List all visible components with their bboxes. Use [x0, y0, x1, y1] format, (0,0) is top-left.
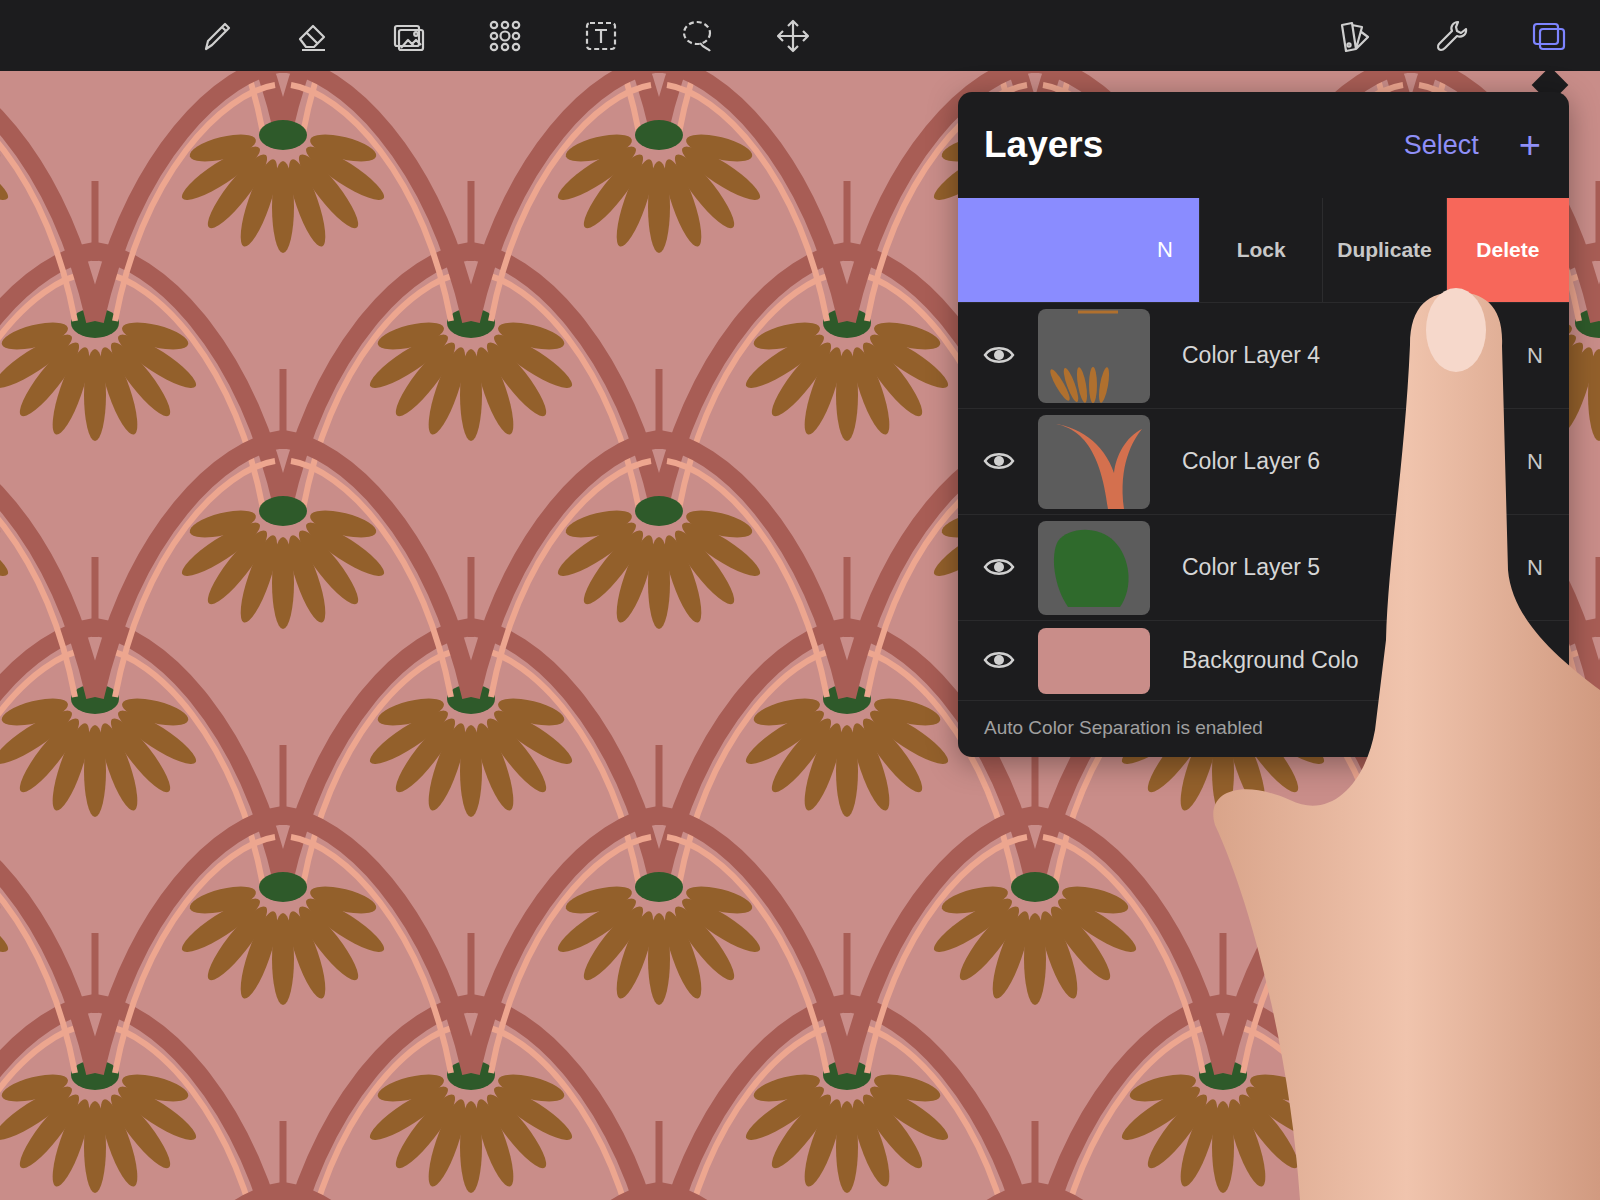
- layer-row[interactable]: Color Layer 4 N: [958, 302, 1569, 408]
- layer-action-button[interactable]: Delete: [1446, 198, 1569, 302]
- text-icon: [582, 17, 620, 55]
- tool-button[interactable]: [390, 17, 428, 55]
- eye-icon: [983, 450, 1015, 472]
- layer-action-button[interactable]: Lock: [1199, 198, 1322, 302]
- action-group: [1336, 17, 1568, 55]
- layer-blend-mode[interactable]: N: [1527, 343, 1543, 369]
- move-icon: [774, 17, 812, 55]
- layers-panel: Layers Select + N LockDuplicateDelete Co…: [958, 92, 1569, 757]
- toolbar: [0, 0, 1600, 71]
- layer-name: Color Layer 4: [1182, 342, 1527, 369]
- tool-button[interactable]: [582, 17, 620, 55]
- tool-group: [198, 17, 812, 55]
- layer-blend-mode[interactable]: N: [1527, 555, 1543, 581]
- layer-thumbnail: [1038, 521, 1150, 615]
- layer-thumbnail: [1038, 415, 1150, 509]
- select-button[interactable]: Select: [1404, 130, 1479, 161]
- layer-name: Color Layer 6: [1182, 448, 1527, 475]
- eraser-icon: [294, 17, 332, 55]
- layer-thumbnail: [1038, 628, 1150, 694]
- visibility-toggle[interactable]: [982, 450, 1016, 474]
- layer-thumbnail: [1038, 309, 1150, 403]
- palette-icon: [1336, 17, 1374, 55]
- tool-button[interactable]: [486, 17, 524, 55]
- layer-name: Background Colo: [1182, 647, 1543, 674]
- eye-icon: [983, 649, 1015, 671]
- layer-row[interactable]: Color Layer 5 N: [958, 514, 1569, 620]
- toolbar-action[interactable]: [1530, 17, 1568, 55]
- layers-icon: [1530, 17, 1568, 55]
- thumbnail-art-icon: [1038, 309, 1150, 403]
- tool-button[interactable]: [678, 17, 716, 55]
- eye-icon: [983, 344, 1015, 366]
- wrench-icon: [1433, 17, 1471, 55]
- layer-name: Color Layer 5: [1182, 554, 1527, 581]
- tool-button[interactable]: [774, 17, 812, 55]
- adjust-icon: [486, 17, 524, 55]
- visibility-toggle[interactable]: [982, 556, 1016, 580]
- thumbnail-art-icon: [1038, 415, 1150, 509]
- add-layer-button[interactable]: +: [1519, 126, 1541, 164]
- tool-button[interactable]: [294, 17, 332, 55]
- panel-title: Layers: [984, 124, 1103, 166]
- panel-footer: Auto Color Separation is enabled: [958, 700, 1569, 757]
- procreate-screen: Layers Select + N LockDuplicateDelete Co…: [0, 0, 1600, 1200]
- panel-header: Layers Select +: [958, 92, 1569, 198]
- brush-icon: [198, 17, 236, 55]
- thumbnail-art-icon: [1038, 521, 1150, 615]
- layer-blend-mode[interactable]: N: [958, 198, 1199, 302]
- layer-blend-mode[interactable]: N: [1527, 449, 1543, 475]
- tool-button[interactable]: [198, 17, 236, 55]
- finger-photo: [0, 0, 1600, 1200]
- layer-row[interactable]: Background Colo: [958, 620, 1569, 700]
- visibility-toggle[interactable]: [982, 344, 1016, 368]
- swiped-layer-row[interactable]: N LockDuplicateDelete: [958, 198, 1569, 302]
- toolbar-action[interactable]: [1433, 17, 1471, 55]
- toolbar-action[interactable]: [1336, 17, 1374, 55]
- eye-icon: [983, 556, 1015, 578]
- layer-action-button[interactable]: Duplicate: [1322, 198, 1445, 302]
- layer-row[interactable]: Color Layer 6 N: [958, 408, 1569, 514]
- visibility-toggle[interactable]: [982, 649, 1016, 673]
- lasso-icon: [678, 17, 716, 55]
- gallery-icon: [390, 17, 428, 55]
